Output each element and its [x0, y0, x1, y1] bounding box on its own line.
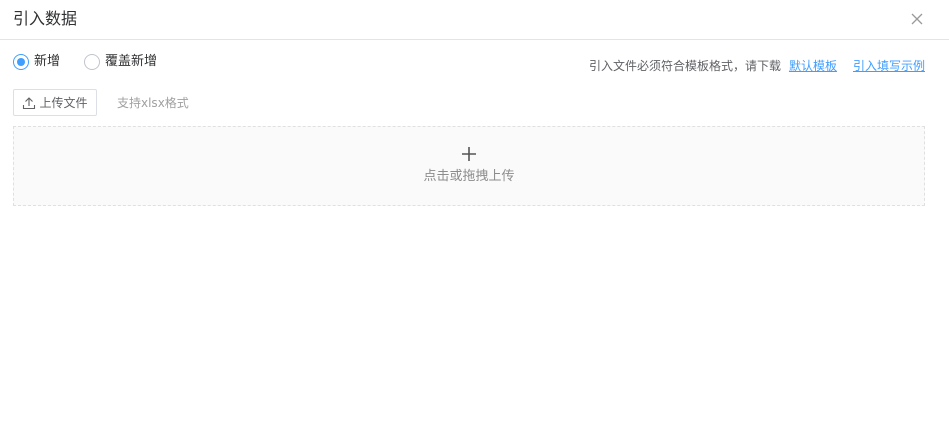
radio-add[interactable]: 新增 — [13, 53, 60, 71]
template-tip: 引入文件必须符合模板格式，请下载 默认模板 引入填写示例 — [589, 58, 925, 74]
radio-checked-icon — [13, 54, 29, 70]
plus-icon — [461, 146, 477, 162]
radio-add-label: 新增 — [34, 54, 61, 69]
import-mode-radio-group: 新增 覆盖新增 — [13, 53, 181, 71]
radio-overwrite-add[interactable]: 覆盖新增 — [84, 53, 157, 71]
upload-file-button[interactable]: 上传文件 — [13, 89, 97, 116]
template-tip-text: 引入文件必须符合模板格式，请下载 — [588, 59, 781, 73]
default-template-link[interactable]: 默认模板 — [789, 58, 837, 74]
close-icon[interactable] — [906, 8, 928, 30]
radio-overwrite-add-label: 覆盖新增 — [105, 54, 158, 69]
upload-dropzone[interactable]: 点击或拖拽上传 — [13, 126, 925, 206]
upload-format-hint: 支持xlsx格式 — [117, 96, 189, 110]
upload-icon — [22, 96, 36, 110]
import-example-link[interactable]: 引入填写示例 — [853, 58, 925, 74]
radio-unchecked-icon — [84, 54, 101, 70]
import-data-dialog: 引入数据 新增 覆盖新增 引入文件必须符合模板格式，请下载 默认模板 引入填写示… — [0, 0, 949, 438]
dialog-header: 引入数据 — [0, 0, 949, 40]
dialog-title: 引入数据 — [13, 9, 78, 28]
dropzone-text: 点击或拖拽上传 — [423, 169, 515, 184]
upload-file-button-label: 上传文件 — [39, 96, 88, 110]
